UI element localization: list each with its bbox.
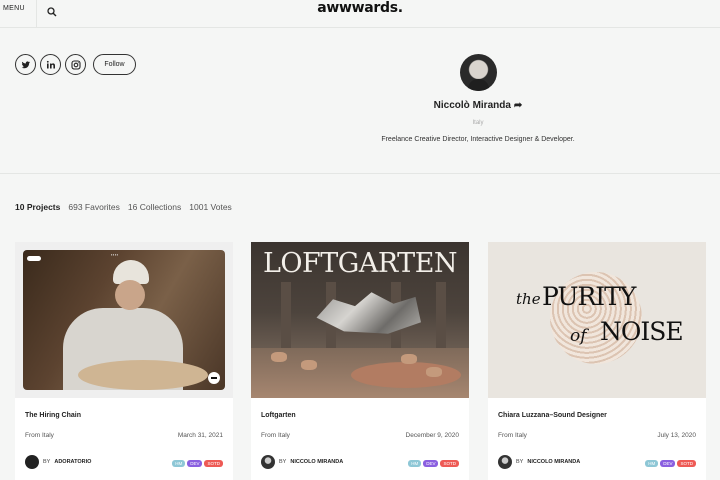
tag-dev: DEV <box>187 460 203 467</box>
author-avatar <box>25 455 39 469</box>
by-label: BY <box>279 459 287 465</box>
project-country: From Italy <box>498 432 527 439</box>
thumbnail-text-the: the <box>516 290 541 308</box>
profile-stats-tabs: 10 Projects 693 Favorites 16 Collections… <box>15 202 232 212</box>
thumbnail-brand: ▪▪▪▪ <box>111 252 119 257</box>
hashtag-badge <box>27 256 41 261</box>
share-arrow-icon[interactable]: ➦ <box>514 100 522 111</box>
awwwards-logo[interactable]: awwwards. <box>0 0 720 16</box>
author-name: NICCOLO MIRANDA <box>290 459 344 465</box>
project-title[interactable]: Chiara Luzzana–Sound Designer <box>498 412 607 419</box>
project-date: December 9, 2020 <box>405 432 459 439</box>
project-card[interactable]: ▪▪▪▪ The Hiring Chain From Italy March 3… <box>15 242 233 480</box>
linkedin-icon[interactable] <box>40 54 61 75</box>
follow-button[interactable]: Follow <box>93 54 136 75</box>
project-date: July 13, 2020 <box>657 432 696 439</box>
thumbnail-text-noise: NOISE <box>600 317 684 346</box>
top-bar: MENU awwwards. <box>0 0 720 28</box>
author-name: NICCOLO MIRANDA <box>527 459 581 465</box>
tag-sotd: SOTD <box>204 460 223 467</box>
thumbnail-text-purity: PURITY <box>542 282 636 311</box>
project-title[interactable]: Loftgarten <box>261 412 296 419</box>
profile-country: Italy <box>472 120 484 126</box>
play-badge-icon <box>208 372 220 384</box>
profile-name[interactable]: Niccolò Miranda ➦ <box>380 100 576 111</box>
award-tags: HM DEV SOTD <box>172 460 223 467</box>
project-card[interactable]: the PURITY of NOISE Chiara Luzzana–Sound… <box>488 242 706 480</box>
project-author[interactable]: BY NICCOLO MIRANDA <box>498 455 580 469</box>
tab-collections[interactable]: 16 Collections <box>128 202 181 212</box>
author-name: ADORATORIO <box>54 459 92 465</box>
project-country: From Italy <box>25 432 54 439</box>
tag-sotd: SOTD <box>677 460 696 467</box>
tab-favorites[interactable]: 693 Favorites <box>68 202 120 212</box>
profile-bio: Freelance Creative Director, Interactive… <box>381 136 575 143</box>
project-thumbnail[interactable]: LOFTGARTEN <box>251 242 469 398</box>
thumbnail-title: LOFTGARTEN <box>262 248 458 279</box>
profile-name-text: Niccolò Miranda <box>433 100 511 111</box>
tag-hm: HM <box>408 460 422 467</box>
tab-projects[interactable]: 10 Projects <box>15 202 60 212</box>
project-thumbnail[interactable]: ▪▪▪▪ <box>15 242 233 398</box>
tag-hm: HM <box>172 460 186 467</box>
instagram-icon[interactable] <box>65 54 86 75</box>
project-country: From Italy <box>261 432 290 439</box>
tab-votes[interactable]: 1001 Votes <box>189 202 232 212</box>
tag-hm: HM <box>645 460 659 467</box>
author-avatar <box>498 455 512 469</box>
thumbnail-text-of: of <box>570 326 587 346</box>
by-label: BY <box>43 459 51 465</box>
project-title[interactable]: The Hiring Chain <box>25 412 81 419</box>
tag-sotd: SOTD <box>440 460 459 467</box>
project-thumbnail[interactable]: the PURITY of NOISE <box>488 242 706 398</box>
social-links: Follow <box>15 54 136 75</box>
tag-dev: DEV <box>423 460 439 467</box>
twitter-icon[interactable] <box>15 54 36 75</box>
award-tags: HM DEV SOTD <box>408 460 459 467</box>
divider <box>0 173 720 174</box>
avatar <box>460 54 497 91</box>
by-label: BY <box>516 459 524 465</box>
tag-dev: DEV <box>660 460 676 467</box>
project-author[interactable]: BY ADORATORIO <box>25 455 91 469</box>
project-card[interactable]: LOFTGARTEN Loftgarten From Italy Decembe… <box>251 242 469 480</box>
award-tags: HM DEV SOTD <box>645 460 696 467</box>
project-author[interactable]: BY NICCOLO MIRANDA <box>261 455 343 469</box>
project-date: March 31, 2021 <box>177 432 223 439</box>
author-avatar <box>261 455 275 469</box>
